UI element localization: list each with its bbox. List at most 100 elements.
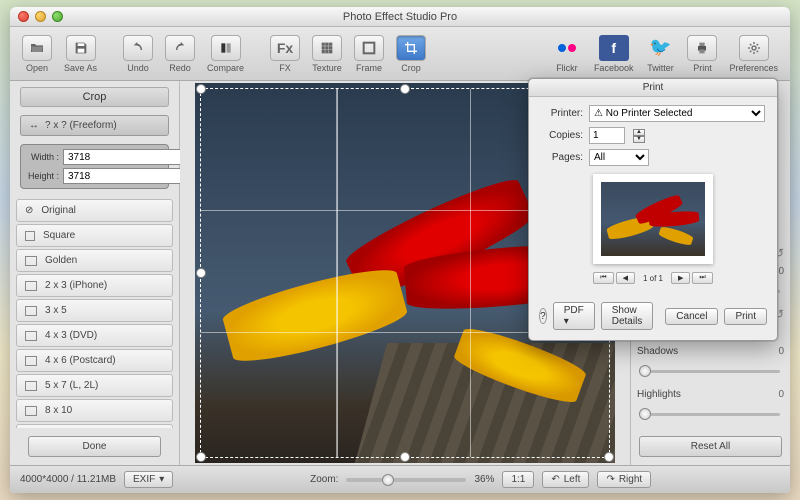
last-page-button[interactable]: ⏭ [692, 272, 712, 284]
rotate-right-button[interactable]: ↷ Right [597, 471, 651, 488]
crop-handle-br[interactable] [604, 452, 614, 462]
copies-input[interactable] [589, 127, 625, 144]
crop-handle-ml[interactable] [196, 268, 206, 278]
show-details-button[interactable]: Show Details [601, 302, 654, 330]
rect-icon [25, 331, 37, 341]
pdf-button[interactable]: PDF ▾ [553, 302, 595, 330]
square-icon [25, 231, 35, 241]
freeform-button[interactable]: ↔ ? x ? (Freeform) [20, 115, 169, 136]
compare-icon [211, 35, 241, 61]
pages-label: Pages: [541, 152, 583, 163]
save-as-button[interactable]: Save As [60, 33, 101, 75]
statusbar: 4000*4000 / 11.21MB EXIF ▾ Zoom: 36% 1:1… [10, 465, 790, 493]
print-button[interactable]: Print [683, 33, 721, 75]
twitter-icon: 🐦 [645, 35, 675, 61]
page-navigator: ⏮ ◀ 1 of 1 ▶ ⏭ [541, 272, 765, 284]
compare-button[interactable]: Compare [203, 33, 248, 75]
shadows-value: 0 [770, 346, 784, 357]
redo-icon [165, 35, 195, 61]
highlights-value: 0 [770, 389, 784, 400]
dimensions-group: Width : Height : ⇅ [20, 144, 169, 189]
fx-button[interactable]: FxFX [266, 33, 304, 75]
twitter-button[interactable]: 🐦Twitter [641, 33, 679, 75]
titlebar: Photo Effect Studio Pro [10, 7, 790, 27]
height-input[interactable] [63, 168, 185, 184]
done-button[interactable]: Done [28, 436, 161, 457]
printer-select[interactable]: ⚠ No Printer Selected [589, 105, 765, 122]
zoom-slider[interactable] [346, 478, 466, 482]
print-icon [687, 35, 717, 61]
frame-icon [354, 35, 384, 61]
shadows-label: Shadows [637, 346, 764, 357]
window-title: Photo Effect Studio Pro [10, 11, 790, 23]
flickr-icon [552, 35, 582, 61]
crop-handle-bl[interactable] [196, 452, 206, 462]
preferences-button[interactable]: Preferences [725, 33, 782, 75]
undo-button[interactable]: Undo [119, 33, 157, 75]
reset-all-button[interactable]: Reset All [639, 436, 782, 457]
zoom-window-icon[interactable] [52, 11, 63, 22]
texture-icon [312, 35, 342, 61]
minimize-window-icon[interactable] [35, 11, 46, 22]
ratio-square[interactable]: Square [16, 224, 173, 247]
print-confirm-button[interactable]: Print [724, 308, 767, 325]
prev-page-button[interactable]: ◀ [616, 272, 635, 284]
undo-icon [123, 35, 153, 61]
zoom-label: Zoom: [310, 474, 338, 485]
ratio-8x10[interactable]: 8 x 10 [16, 399, 173, 422]
crop-handle-tm[interactable] [400, 84, 410, 94]
panel-title: Crop [20, 87, 169, 107]
width-input[interactable] [63, 149, 185, 165]
ratio-list: ⊘Original Square Golden 2 x 3 (iPhone) 3… [16, 199, 173, 428]
cancel-button[interactable]: Cancel [665, 308, 718, 325]
ratio-16x9[interactable]: 16 x 9 [16, 424, 173, 428]
next-page-button[interactable]: ▶ [671, 272, 690, 284]
open-folder-icon [22, 35, 52, 61]
zoom-11-button[interactable]: 1:1 [502, 471, 534, 488]
open-button[interactable]: Open [18, 33, 56, 75]
ratio-4x6[interactable]: 4 x 6 (Postcard) [16, 349, 173, 372]
redo-button[interactable]: Redo [161, 33, 199, 75]
rect-icon [25, 281, 37, 291]
status-dimensions: 4000*4000 / 11.21MB [20, 474, 116, 485]
rect-icon [25, 256, 37, 266]
ratio-3x5[interactable]: 3 x 5 [16, 299, 173, 322]
crop-button[interactable]: Crop [392, 33, 430, 75]
highlights-slider[interactable] [641, 408, 780, 420]
crop-handle-bm[interactable] [400, 452, 410, 462]
texture-button[interactable]: Texture [308, 33, 346, 75]
flickr-button[interactable]: Flickr [548, 33, 586, 75]
ratio-2x3[interactable]: 2 x 3 (iPhone) [16, 274, 173, 297]
rotate-left-button[interactable]: ↶ Left [542, 471, 589, 488]
copies-stepper[interactable]: ▲▼ [633, 129, 645, 143]
first-page-button[interactable]: ⏮ [593, 272, 613, 284]
shadows-slider[interactable] [641, 365, 780, 377]
exif-button[interactable]: EXIF ▾ [124, 471, 173, 488]
window-controls [10, 11, 63, 22]
ratio-golden[interactable]: Golden [16, 249, 173, 272]
save-icon [66, 35, 96, 61]
ratio-original[interactable]: ⊘Original [16, 199, 173, 222]
crop-icon [396, 35, 426, 61]
rect-icon [25, 381, 37, 391]
print-dialog: Print Printer: ⚠ No Printer Selected Cop… [528, 78, 778, 341]
rect-icon [25, 306, 37, 316]
width-label: Width : [25, 152, 59, 162]
facebook-icon: f [599, 35, 629, 61]
ratio-5x7[interactable]: 5 x 7 (L, 2L) [16, 374, 173, 397]
ratio-4x3[interactable]: 4 x 3 (DVD) [16, 324, 173, 347]
no-icon: ⊘ [25, 205, 33, 216]
close-window-icon[interactable] [18, 11, 29, 22]
freeform-icon: ↔ [29, 120, 39, 131]
frame-button[interactable]: Frame [350, 33, 388, 75]
crop-handle-tl[interactable] [196, 84, 206, 94]
rect-icon [25, 406, 37, 416]
help-button[interactable]: ? [539, 308, 547, 324]
facebook-button[interactable]: fFacebook [590, 33, 638, 75]
highlights-label: Highlights [637, 389, 764, 400]
zoom-value: 36% [474, 474, 494, 485]
crop-sidebar: Crop ↔ ? x ? (Freeform) Width : Height :… [10, 81, 180, 465]
gear-icon [739, 35, 769, 61]
printer-label: Printer: [541, 108, 583, 119]
pages-select[interactable]: All [589, 149, 649, 166]
